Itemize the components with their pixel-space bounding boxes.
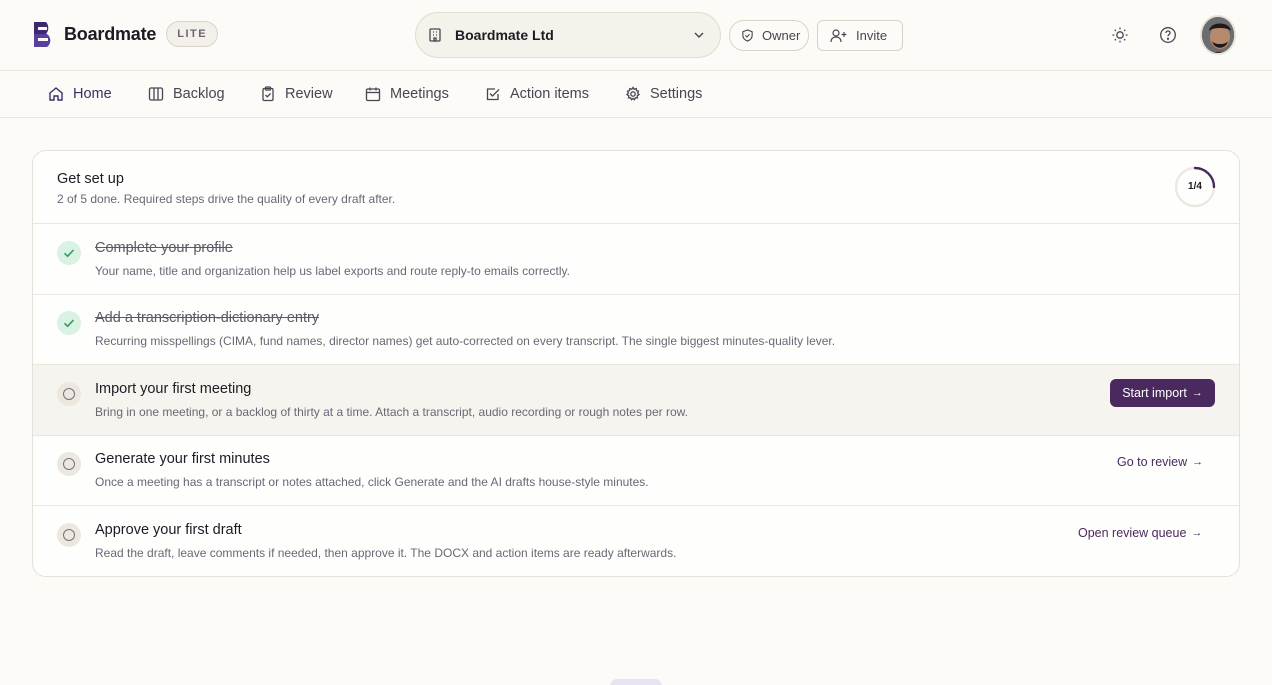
setup-step-profile[interactable]: Complete your profile Your name, title a… — [33, 224, 1239, 295]
org-switcher[interactable]: Boardmate Ltd — [415, 12, 721, 58]
top-bar: Boardmate LITE Boardmate Ltd Owner Invit… — [0, 0, 1272, 71]
nav-label-action-items: Action items — [510, 86, 589, 102]
user-plus-icon — [830, 29, 847, 43]
step-description: Once a meeting has a transcript or notes… — [95, 475, 649, 489]
nav-label-backlog: Backlog — [173, 86, 225, 102]
step-title: Generate your first minutes — [95, 451, 270, 467]
brand-name: Boardmate — [64, 23, 157, 44]
nav-item-action-items[interactable]: Action items — [485, 71, 589, 117]
check-icon — [63, 319, 75, 328]
nav-label-review: Review — [285, 86, 333, 102]
setup-card-header: Get set up 2 of 5 done. Required steps d… — [33, 151, 1239, 224]
setup-card: Get set up 2 of 5 done. Required steps d… — [32, 150, 1240, 577]
nav-item-settings[interactable]: Settings — [625, 71, 702, 117]
role-label: Owner — [762, 28, 801, 43]
step-title: Complete your profile — [95, 240, 233, 256]
sun-icon[interactable] — [1111, 26, 1129, 44]
bottom-floating-element[interactable] — [610, 679, 662, 685]
checkbox-icon — [486, 88, 500, 101]
setup-subtitle: 2 of 5 done. Required steps drive the qu… — [57, 192, 396, 206]
progress-label: 1/4 — [1188, 181, 1202, 192]
brand[interactable]: Boardmate LITE — [32, 20, 219, 48]
setup-title: Get set up — [57, 171, 124, 187]
start-import-label: Start import — [1122, 386, 1187, 400]
gear-icon — [625, 86, 641, 101]
invite-button[interactable]: Invite — [817, 20, 903, 51]
step-description: Read the draft, leave comments if needed… — [95, 546, 677, 560]
nav-item-home[interactable]: Home — [48, 71, 112, 117]
setup-step-generate[interactable]: Generate your first minutes Once a meeti… — [33, 435, 1239, 506]
step-description: Recurring misspellings (CIMA, fund names… — [95, 334, 836, 348]
org-name: Boardmate Ltd — [455, 27, 554, 43]
go-to-review-link[interactable]: Go to review → — [1117, 455, 1203, 469]
shield-check-icon — [742, 29, 753, 42]
nav-label-home: Home — [73, 86, 112, 102]
clipboard-check-icon — [262, 86, 274, 102]
avatar[interactable] — [1200, 15, 1236, 55]
boardmate-logo-icon — [34, 22, 51, 47]
open-review-queue-link[interactable]: Open review queue → — [1078, 526, 1202, 540]
nav-item-review[interactable]: Review — [260, 71, 333, 117]
step-pending-mark — [57, 382, 81, 406]
arrow-right-icon: → — [1192, 456, 1204, 468]
setup-step-approve[interactable]: Approve your first draft Read the draft,… — [33, 506, 1239, 576]
step-pending-mark — [57, 452, 81, 476]
role-badge[interactable]: Owner — [729, 20, 809, 51]
step-description: Your name, title and organization help u… — [95, 264, 570, 278]
user-photo — [1202, 17, 1234, 53]
arrow-right-icon: → — [1191, 527, 1203, 539]
step-done-mark — [57, 241, 81, 265]
step-title: Add a transcription-dictionary entry — [95, 310, 320, 326]
step-description: Bring in one meeting, or a backlog of th… — [95, 405, 688, 419]
columns-icon — [148, 87, 164, 101]
plan-badge: LITE — [166, 21, 219, 47]
nav-label-meetings: Meetings — [390, 86, 449, 102]
step-done-mark — [57, 311, 81, 335]
step-pending-mark — [57, 523, 81, 547]
setup-step-dictionary[interactable]: Add a transcription-dictionary entry Rec… — [33, 294, 1239, 365]
go-to-review-label: Go to review — [1117, 455, 1188, 469]
help-circle-icon[interactable] — [1159, 26, 1177, 44]
building-icon — [429, 28, 441, 42]
nav-item-backlog[interactable]: Backlog — [148, 71, 225, 117]
calendar-icon — [365, 87, 381, 102]
start-import-button[interactable]: Start import → — [1110, 379, 1215, 407]
check-icon — [63, 249, 75, 258]
arrow-right-icon: → — [1191, 387, 1203, 399]
main-nav: Home Backlog Review Meetings Action item… — [0, 71, 1272, 118]
open-review-queue-label: Open review queue — [1078, 526, 1187, 540]
chevron-down-icon — [694, 32, 704, 38]
step-title: Import your first meeting — [95, 381, 252, 397]
home-icon — [49, 87, 63, 101]
invite-label: Invite — [856, 28, 888, 43]
step-title: Approve your first draft — [95, 522, 242, 538]
nav-item-meetings[interactable]: Meetings — [365, 71, 449, 117]
setup-step-import[interactable]: Import your first meeting Bring in one m… — [33, 365, 1239, 436]
nav-label-settings: Settings — [650, 86, 703, 102]
